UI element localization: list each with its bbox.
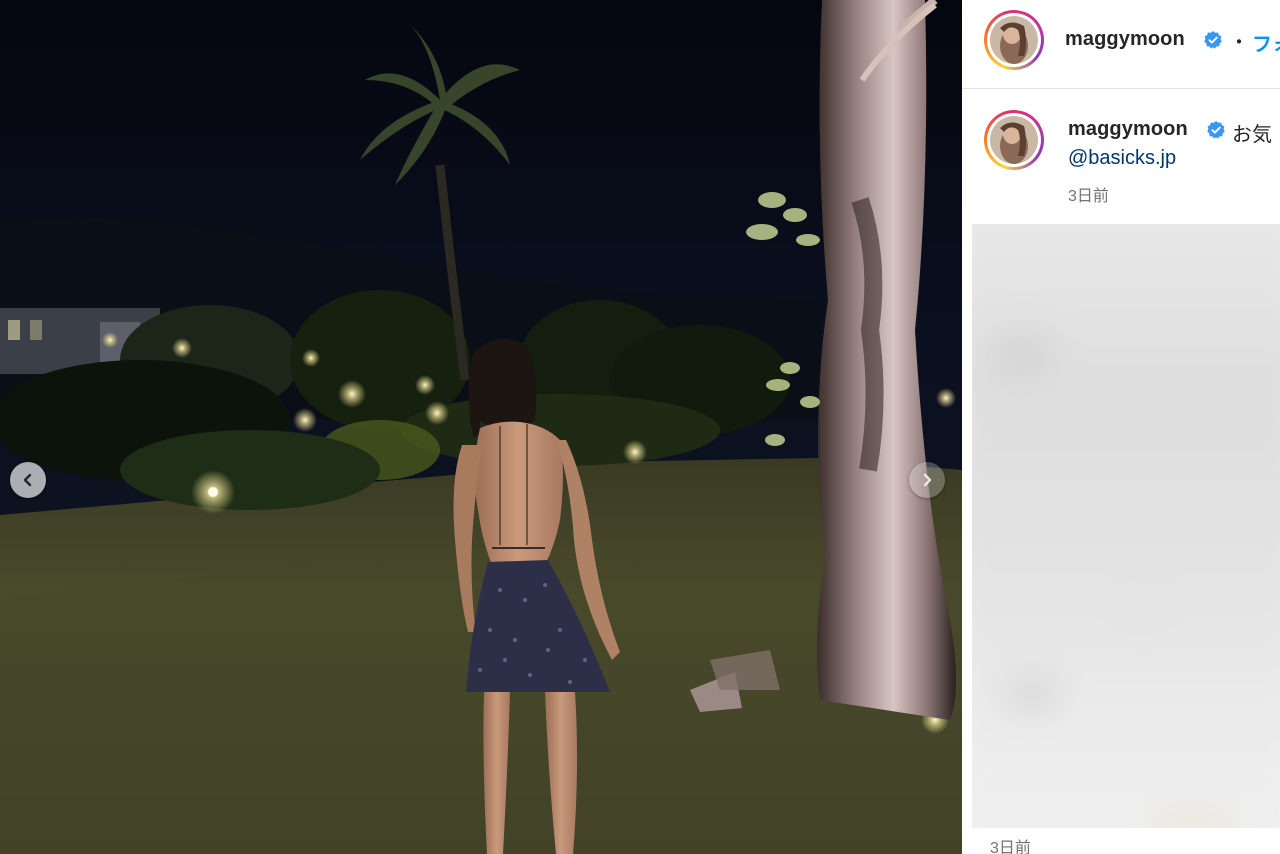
header-avatar[interactable] <box>984 10 1044 70</box>
avatar-image <box>990 116 1038 164</box>
caption-username[interactable]: maggymoon <box>1068 118 1188 141</box>
caption-timestamp[interactable]: 3日前 <box>1068 182 1109 206</box>
caption-text: お気 <box>1232 124 1272 146</box>
next-photo-button[interactable] <box>909 462 945 498</box>
header-separator: ・ <box>1229 32 1249 54</box>
post-photo <box>0 0 962 854</box>
chevron-left-icon <box>23 473 32 487</box>
verified-badge-icon <box>1204 31 1222 49</box>
comment-timestamp[interactable]: 3日前 <box>990 834 1031 854</box>
header-username[interactable]: maggymoon <box>1065 28 1185 51</box>
avatar-image <box>990 16 1038 64</box>
blurred-comments-area <box>972 224 1280 828</box>
chevron-right-icon <box>923 473 932 487</box>
follow-button[interactable]: フォ <box>1252 28 1280 57</box>
verified-badge-icon <box>1207 121 1225 139</box>
post-header: maggymoon ・ フォ <box>962 0 1280 89</box>
post-side-panel: maggymoon ・ フォ maggymoon <box>962 0 1280 854</box>
caption-avatar[interactable] <box>984 110 1044 170</box>
previous-photo-button[interactable] <box>10 462 46 498</box>
caption-mention-link[interactable]: @basicks.jp <box>1068 147 1176 170</box>
night-garden-photo <box>0 0 962 854</box>
